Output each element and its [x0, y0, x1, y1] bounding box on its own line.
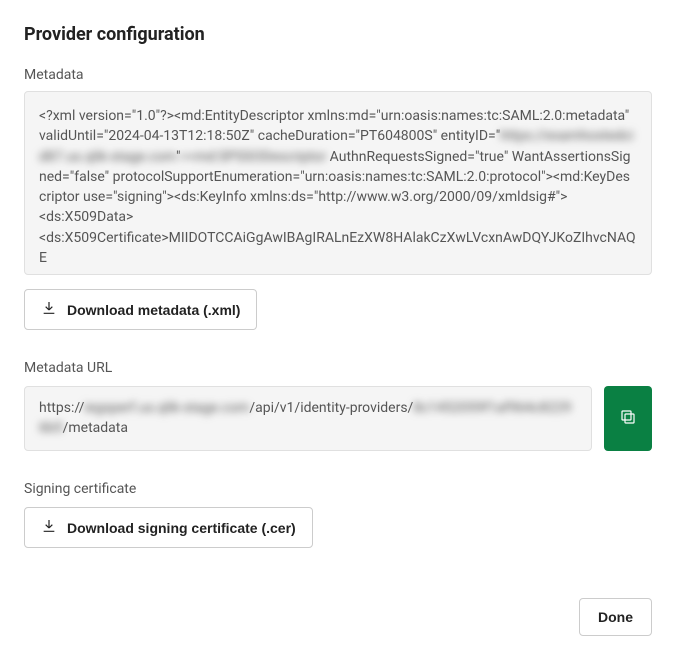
download-metadata-label: Download metadata (.xml): [67, 302, 240, 318]
download-icon: [41, 300, 57, 319]
download-certificate-label: Download signing certificate (.cer): [67, 520, 296, 536]
metadata-label: Metadata: [24, 67, 652, 83]
metadata-xml-box: <?xml version="1.0"?><md:EntityDescripto…: [24, 91, 652, 275]
metadata-url-box: https://iegsperf.us.qlik-stage.com/api/v…: [24, 386, 592, 451]
copy-icon: [619, 408, 637, 429]
signing-certificate-label: Signing certificate: [24, 481, 652, 497]
download-metadata-button[interactable]: Download metadata (.xml): [24, 289, 257, 330]
done-button[interactable]: Done: [579, 598, 652, 636]
copy-url-button[interactable]: [604, 386, 652, 451]
download-certificate-button[interactable]: Download signing certificate (.cer): [24, 507, 313, 548]
page-title: Provider configuration: [24, 24, 652, 45]
metadata-xml-text: <?xml version="1.0"?><md:EntityDescripto…: [39, 108, 307, 124]
metadata-url-label: Metadata URL: [24, 360, 652, 376]
download-icon: [41, 518, 57, 537]
